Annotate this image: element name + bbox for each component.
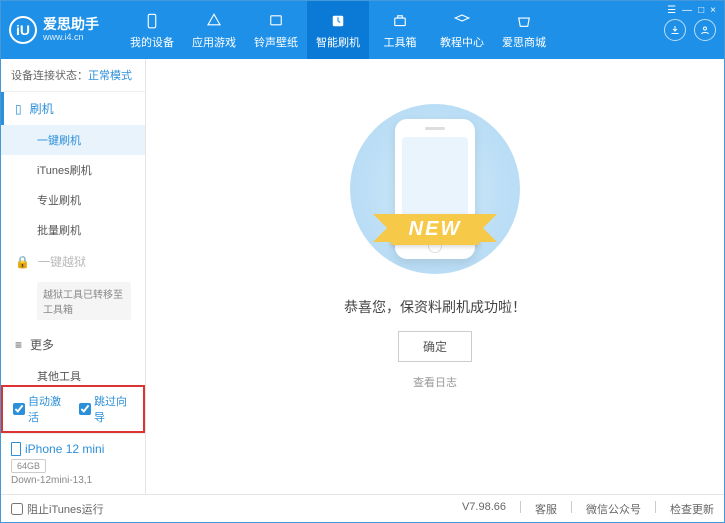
nav-store[interactable]: 爱思商城: [493, 1, 555, 59]
close-button[interactable]: ×: [710, 5, 716, 16]
nav-ringtone[interactable]: 铃声壁纸: [245, 1, 307, 59]
sidebar: 设备连接状态：正常模式 ▯刷机 一键刷机 iTunes刷机 专业刷机 批量刷机 …: [1, 59, 146, 494]
jailbreak-note: 越狱工具已转移至工具箱: [37, 282, 131, 320]
sidebar-item-other[interactable]: 其他工具: [1, 361, 145, 385]
sidebar-item-pro[interactable]: 专业刷机: [1, 185, 145, 215]
sidebar-item-itunes[interactable]: iTunes刷机: [1, 155, 145, 185]
ringtone-icon: [266, 11, 286, 31]
download-icon[interactable]: [664, 19, 686, 41]
main-content: NEW 恭喜您，保资料刷机成功啦！ 确定 查看日志: [146, 59, 724, 494]
maximize-button[interactable]: □: [698, 5, 704, 16]
version-label: V7.98.66: [462, 501, 506, 517]
store-icon: [514, 11, 534, 31]
sidebar-group-more[interactable]: ≡更多: [1, 328, 145, 361]
sidebar-list: ▯刷机 一键刷机 iTunes刷机 专业刷机 批量刷机 🔒一键越狱 越狱工具已转…: [1, 92, 145, 385]
app-logo: iU 爱思助手 www.i4.cn: [9, 16, 99, 44]
device-storage: 64GB: [11, 459, 46, 473]
body: 设备连接状态：正常模式 ▯刷机 一键刷机 iTunes刷机 专业刷机 批量刷机 …: [1, 59, 724, 494]
success-illustration: NEW: [345, 99, 525, 279]
check-auto-activate[interactable]: 自动激活: [13, 393, 67, 425]
device-icon: [142, 11, 162, 31]
logo-icon: iU: [9, 16, 37, 44]
tutorial-icon: [452, 11, 472, 31]
block-itunes-check[interactable]: 阻止iTunes运行: [11, 501, 104, 517]
apps-icon: [204, 11, 224, 31]
phone-icon: ▯: [15, 102, 22, 116]
header-actions: [664, 19, 716, 41]
device-name: iPhone 12 mini: [11, 442, 135, 456]
device-firmware: Down-12mini-13,1: [11, 475, 135, 486]
check-skip-guide[interactable]: 跳过向导: [79, 393, 133, 425]
menu-icon[interactable]: ☰: [667, 5, 676, 16]
minimize-button[interactable]: —: [682, 5, 692, 16]
main-nav: 我的设备 应用游戏 铃声壁纸 智能刷机 工具箱 教程中心 爱思商城: [121, 1, 664, 59]
success-message: 恭喜您，保资料刷机成功啦！: [344, 297, 526, 317]
device-panel[interactable]: iPhone 12 mini 64GB Down-12mini-13,1: [1, 433, 145, 494]
tools-icon: [390, 11, 410, 31]
nav-apps[interactable]: 应用游戏: [183, 1, 245, 59]
lock-icon: 🔒: [15, 255, 30, 269]
new-ribbon: NEW: [391, 214, 480, 245]
sidebar-checks: 自动激活 跳过向导: [1, 385, 145, 433]
app-url: www.i4.cn: [43, 33, 99, 43]
nav-my-device[interactable]: 我的设备: [121, 1, 183, 59]
app-name: 爱思助手: [43, 17, 99, 32]
flash-icon: [328, 11, 348, 31]
confirm-button[interactable]: 确定: [398, 331, 472, 362]
window-controls-top: ☰ — □ ×: [667, 5, 716, 16]
footer-right: V7.98.66 客服 微信公众号 检查更新: [462, 501, 714, 517]
nav-tools[interactable]: 工具箱: [369, 1, 431, 59]
connection-status: 设备连接状态：正常模式: [1, 59, 145, 92]
nav-tutorial[interactable]: 教程中心: [431, 1, 493, 59]
titlebar: ☰ — □ × iU 爱思助手 www.i4.cn 我的设备 应用游戏 铃声壁纸…: [1, 1, 724, 59]
footer: 阻止iTunes运行 V7.98.66 客服 微信公众号 检查更新: [1, 494, 724, 522]
more-icon: ≡: [15, 338, 22, 352]
sidebar-group-flash[interactable]: ▯刷机: [1, 92, 145, 125]
user-icon[interactable]: [694, 19, 716, 41]
wechat-link[interactable]: 微信公众号: [586, 501, 641, 517]
service-link[interactable]: 客服: [535, 501, 557, 517]
nav-flash[interactable]: 智能刷机: [307, 1, 369, 59]
sidebar-item-oneclick[interactable]: 一键刷机: [1, 125, 145, 155]
update-link[interactable]: 检查更新: [670, 501, 714, 517]
view-log-link[interactable]: 查看日志: [413, 374, 457, 390]
sidebar-item-batch[interactable]: 批量刷机: [1, 215, 145, 245]
app-window: ☰ — □ × iU 爱思助手 www.i4.cn 我的设备 应用游戏 铃声壁纸…: [0, 0, 725, 523]
sidebar-group-jailbreak: 🔒一键越狱: [1, 245, 145, 278]
